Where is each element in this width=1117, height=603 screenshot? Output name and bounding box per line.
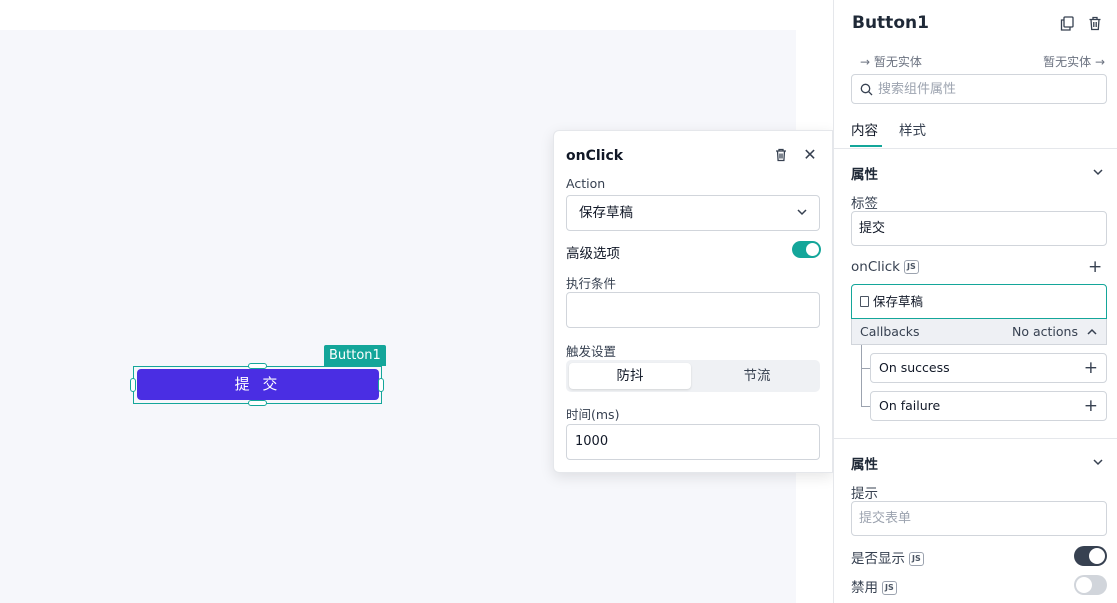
callback-on-success[interactable]: On success + (870, 353, 1107, 383)
condition-label: 执行条件 (566, 276, 617, 291)
popover-title: onClick (566, 148, 624, 164)
callback-label: On success (879, 360, 950, 375)
tab-style[interactable]: 样式 (899, 119, 926, 139)
trash-icon[interactable] (773, 147, 789, 163)
condition-input[interactable] (566, 292, 820, 328)
properties-panel: Button1 → 暂无实体 暂无实体 → 内容 样式 属性 标签 提交 onC… (833, 0, 1117, 603)
callbacks-status: No actions (1012, 324, 1078, 339)
time-label: 时间(ms) (566, 407, 620, 422)
entity-left-label: 暂无实体 (873, 55, 922, 69)
submit-button[interactable]: 提 交 (137, 369, 379, 400)
active-tab-indicator (850, 145, 882, 147)
advanced-options-label: 高级选项 (566, 246, 620, 262)
js-badge[interactable]: JS (882, 581, 897, 595)
trash-icon[interactable] (1088, 16, 1102, 31)
disabled-label-text: 禁用 (851, 580, 878, 596)
resize-handle-top[interactable] (248, 363, 267, 369)
section-title-properties-2[interactable]: 属性 (851, 453, 878, 473)
advanced-options-toggle[interactable] (792, 241, 821, 258)
tooltip-input[interactable]: 提交表单 (851, 501, 1107, 536)
resize-handle-left[interactable] (130, 378, 136, 392)
label-input[interactable]: 提交 (851, 211, 1107, 246)
resize-handle-bottom[interactable] (248, 400, 267, 406)
visible-label: 是否显示 JS (851, 547, 924, 567)
disabled-label: 禁用 JS (851, 576, 897, 596)
chevron-down-icon (797, 209, 807, 216)
trigger-label: 触发设置 (566, 344, 617, 359)
divider (834, 148, 1117, 149)
close-icon[interactable]: ✕ (802, 145, 818, 164)
arrow-right-icon: → (860, 55, 871, 69)
resize-handle-right[interactable] (378, 378, 384, 392)
label-field-label: 标签 (851, 196, 878, 212)
onclick-popover: onClick ✕ Action 保存草稿 高级选项 执行条件 触发设置 防抖 … (553, 130, 833, 473)
onclick-label: onClick JS (851, 259, 919, 275)
arrow-right-icon: → (1094, 55, 1105, 69)
top-strip (0, 0, 833, 30)
callback-label: On failure (879, 398, 941, 413)
add-icon[interactable]: + (1084, 360, 1098, 377)
section-title-properties[interactable]: 属性 (851, 163, 878, 183)
chevron-up-icon[interactable] (1087, 327, 1097, 337)
time-input[interactable]: 1000 (566, 424, 820, 460)
tree-connector (861, 345, 862, 406)
widget-name-tag[interactable]: Button1 (324, 345, 386, 366)
document-icon (860, 296, 869, 307)
callbacks-bar[interactable]: Callbacks No actions (851, 319, 1107, 345)
action-select-value: 保存草稿 (579, 205, 633, 221)
onclick-label-text: onClick (851, 259, 900, 275)
callbacks-label: Callbacks (860, 324, 920, 339)
search-input[interactable] (878, 79, 1098, 99)
visible-toggle[interactable] (1074, 546, 1107, 566)
js-badge[interactable]: JS (903, 260, 919, 274)
divider (834, 438, 1117, 439)
entity-right[interactable]: 暂无实体 → (1043, 53, 1105, 70)
trigger-segmented-control: 防抖 节流 (566, 360, 820, 392)
search-icon (860, 83, 873, 96)
tooltip-label: 提示 (851, 486, 878, 502)
add-action-icon[interactable]: + (1088, 259, 1102, 276)
action-label: Action (566, 176, 606, 191)
segment-throttle[interactable]: 节流 (696, 363, 818, 389)
visible-label-text: 是否显示 (851, 551, 905, 567)
chevron-down-icon[interactable] (1092, 166, 1104, 178)
callback-on-failure[interactable]: On failure + (870, 391, 1107, 421)
chevron-down-icon[interactable] (1092, 456, 1104, 468)
action-item-label: 保存草稿 (873, 294, 924, 309)
tab-content[interactable]: 内容 (851, 119, 878, 139)
segment-debounce[interactable]: 防抖 (569, 363, 691, 389)
onclick-action-item[interactable]: 保存草稿 (851, 284, 1107, 319)
entity-left[interactable]: → 暂无实体 (860, 53, 922, 70)
entity-right-label: 暂无实体 (1043, 55, 1092, 69)
widget-title: Button1 (852, 13, 929, 33)
copy-icon[interactable] (1060, 16, 1074, 31)
action-select[interactable]: 保存草稿 (566, 195, 820, 231)
disabled-toggle[interactable] (1074, 575, 1107, 595)
js-badge[interactable]: JS (909, 552, 924, 566)
add-icon[interactable]: + (1084, 398, 1098, 415)
property-search[interactable] (851, 74, 1107, 104)
